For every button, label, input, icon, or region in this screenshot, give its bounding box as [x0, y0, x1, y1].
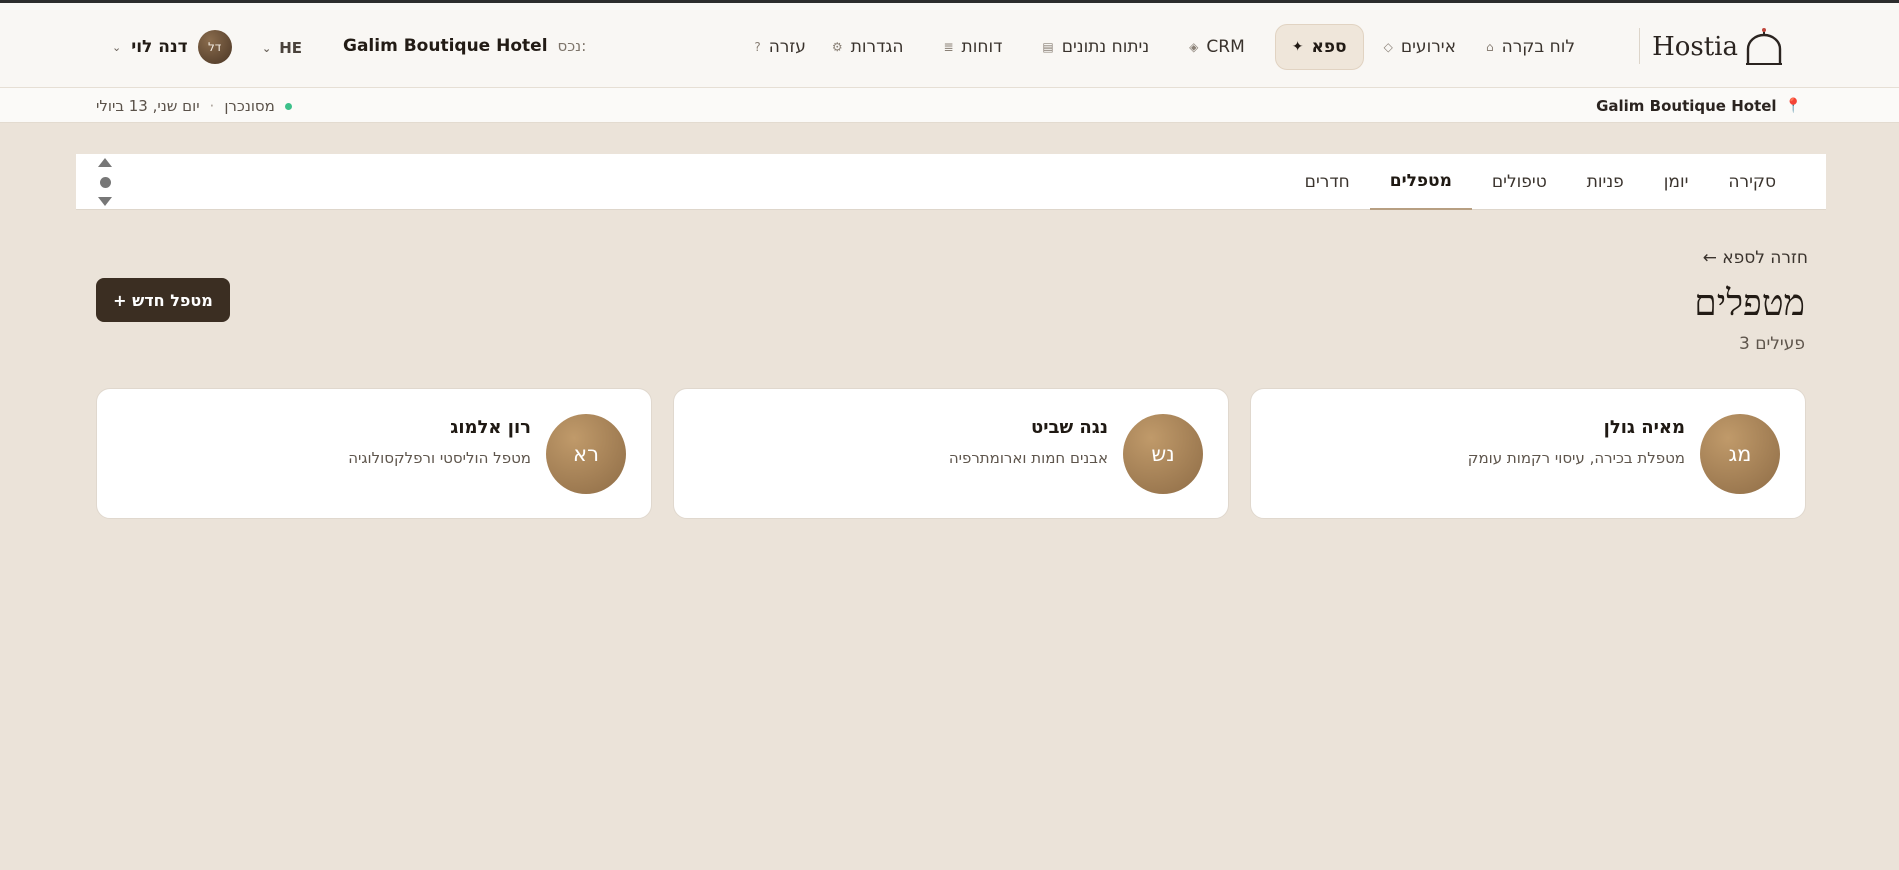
- gear-icon: ⚙: [831, 40, 843, 54]
- therapist-card[interactable]: מג מאיה גולן מטפלת בכירה, עיסוי רקמות עו…: [1250, 388, 1806, 519]
- nav-label: אירועים: [1400, 37, 1456, 57]
- nav-item-analytics[interactable]: ▤ ניתוח נתונים: [1032, 24, 1159, 70]
- avatar: מג: [1700, 414, 1780, 494]
- status-area: יום שני, 13 ביולי · מסונכרן: [96, 97, 292, 115]
- home-icon: ⌂: [1485, 40, 1494, 54]
- nav-item-help[interactable]: ? עזרה: [744, 24, 816, 70]
- bell-cloche-icon: [1744, 27, 1784, 67]
- tab-therapists[interactable]: מטפלים: [1369, 154, 1472, 210]
- chevron-down-icon: ⌄: [262, 41, 272, 55]
- user-name: דנה לוי: [131, 37, 188, 57]
- chevron-down-icon: ⌄: [112, 40, 122, 54]
- nav-item-crm[interactable]: ◈ CRM: [1179, 24, 1255, 70]
- active-count: 3 פעילים: [1738, 334, 1805, 354]
- separator: ·: [209, 97, 215, 115]
- tab-list: חדרים מטפלים טיפולים פניות יומן סקירה: [1285, 154, 1796, 210]
- tab-inquiries[interactable]: פניות: [1567, 154, 1644, 210]
- sparkle-icon: ✦: [1291, 39, 1304, 55]
- nav-item-spa[interactable]: ✦ ספא: [1274, 24, 1364, 70]
- therapist-description: אבנים חמות וארומתרפיה: [948, 449, 1108, 467]
- nav-item-dashboard[interactable]: ⌂ לוח בקרה: [1476, 24, 1585, 70]
- diamond-icon: ◇: [1383, 40, 1393, 54]
- report-icon: ≣: [943, 40, 954, 54]
- user-menu[interactable]: ⌄ דנה לוי דל: [112, 30, 232, 64]
- nav-label: CRM: [1206, 37, 1245, 57]
- logo-divider: [1639, 28, 1640, 64]
- help-icon: ?: [754, 40, 761, 54]
- tab-treatments[interactable]: טיפולים: [1472, 154, 1567, 210]
- scroll-down-icon[interactable]: [98, 197, 112, 206]
- nav-label: ספא: [1311, 37, 1347, 57]
- nav-item-settings[interactable]: ⚙ הגדרות: [822, 24, 914, 70]
- page-title: מטפלים: [1694, 283, 1805, 324]
- nav-label: הגדרות: [850, 37, 904, 57]
- nav-item-reports[interactable]: ≣ דוחות: [933, 24, 1012, 70]
- therapist-name: רון אלמוג: [450, 417, 531, 438]
- main-nav: ? עזרה ⚙ הגדרות ≣ דוחות ▤ ניתוח נתונים ◈…: [744, 24, 1599, 70]
- property-name: Galim Boutique Hotel: [343, 36, 548, 56]
- tab-rooms[interactable]: חדרים: [1285, 154, 1370, 210]
- logo-text: Hostia: [1652, 32, 1738, 62]
- avatar: דל: [197, 30, 232, 64]
- therapist-description: מטפל הוליסטי ורפלקסולוגיה: [348, 449, 531, 467]
- context-bar: Galim Boutique Hotel 📍 יום שני, 13 ביולי…: [0, 88, 1899, 123]
- tab-scroller[interactable]: [98, 158, 112, 206]
- property-selector[interactable]: Galim Boutique Hotel נכס:: [343, 36, 586, 56]
- language-code: HE: [279, 39, 303, 57]
- current-hotel: Galim Boutique Hotel 📍: [1596, 97, 1802, 115]
- scroll-up-icon[interactable]: [98, 158, 112, 167]
- nav-label: דוחות: [961, 37, 1003, 57]
- therapist-card[interactable]: רא רון אלמוג מטפל הוליסטי ורפלקסולוגיה: [96, 388, 652, 519]
- sync-status-dot: [284, 102, 292, 110]
- nav-label: עזרה: [768, 37, 806, 57]
- property-label: נכס:: [557, 37, 587, 55]
- language-selector[interactable]: ⌄ HE: [262, 39, 302, 57]
- analytics-icon: ▤: [1042, 40, 1054, 54]
- top-navigation-bar: Hostia ? עזרה ⚙ הגדרות ≣ דוחות ▤ ניתוח נ…: [0, 0, 1899, 88]
- location-pin-icon: 📍: [1784, 98, 1802, 114]
- tab-overview[interactable]: סקירה: [1708, 154, 1796, 210]
- therapist-description: מטפלת בכירה, עיסוי רקמות עומק: [1467, 449, 1685, 467]
- new-therapist-button[interactable]: + מטפל חדש: [96, 278, 230, 322]
- tab-calendar[interactable]: יומן: [1644, 154, 1709, 210]
- sync-status-text: מסונכרן: [224, 97, 275, 115]
- therapist-name: נגה שביט: [1031, 417, 1108, 438]
- crm-icon: ◈: [1189, 40, 1199, 54]
- therapist-name: מאיה גולן: [1603, 417, 1685, 438]
- hotel-name: Galim Boutique Hotel: [1596, 97, 1777, 115]
- spa-tabs: חדרים מטפלים טיפולים פניות יומן סקירה: [76, 154, 1826, 210]
- back-to-spa-link[interactable]: ← חזרה לספא: [1703, 248, 1808, 268]
- avatar: רא: [546, 414, 626, 494]
- avatar: נש: [1123, 414, 1203, 494]
- app-logo[interactable]: Hostia: [1652, 25, 1784, 69]
- nav-item-events[interactable]: ◇ אירועים: [1374, 24, 1466, 70]
- scroll-thumb-icon[interactable]: [99, 176, 111, 188]
- nav-label: ניתוח נתונים: [1061, 37, 1150, 57]
- therapist-card[interactable]: נש נגה שביט אבנים חמות וארומתרפיה: [673, 388, 1229, 519]
- nav-label: לוח בקרה: [1501, 37, 1575, 57]
- date-text: יום שני, 13 ביולי: [96, 97, 200, 115]
